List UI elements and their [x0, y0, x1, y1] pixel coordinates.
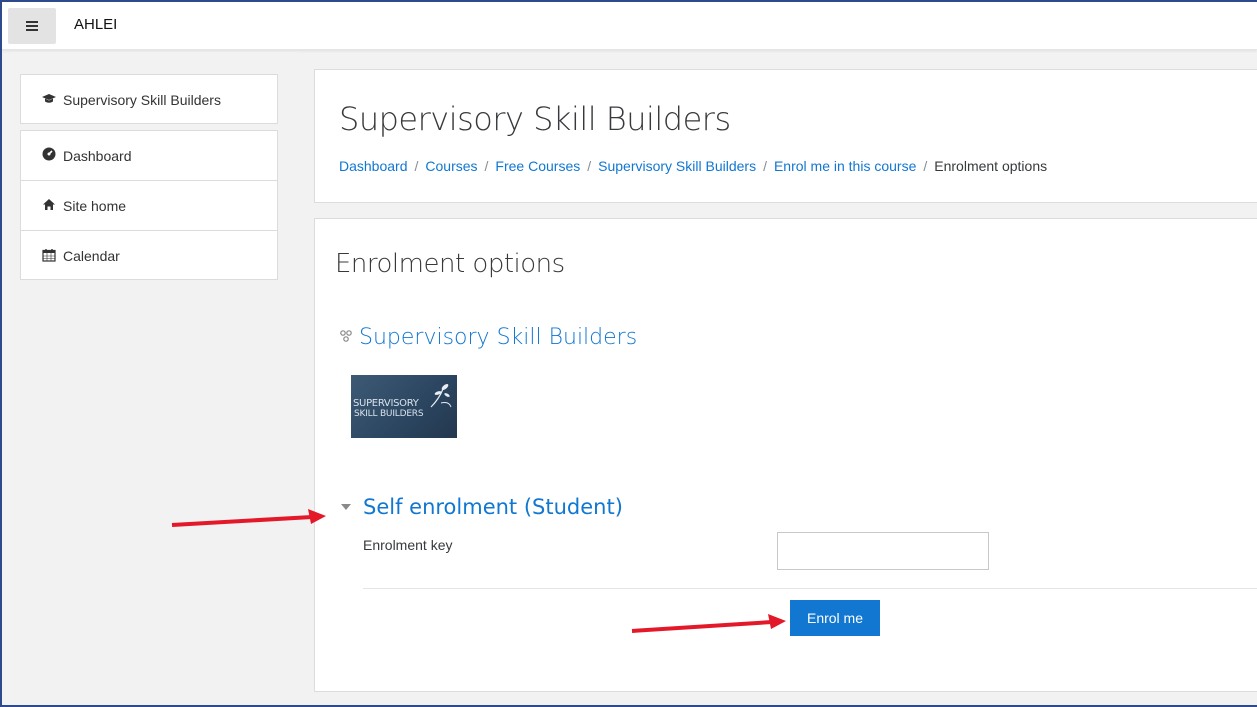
leaf-icon: [430, 384, 452, 408]
sidebar-item-calendar[interactable]: Calendar: [21, 231, 277, 281]
course-image-text: SUPERVISORY: [353, 398, 419, 409]
section-title: Enrolment options: [335, 249, 565, 279]
sidebar-item-site-home[interactable]: Site home: [21, 181, 277, 231]
caret-down-icon: [341, 504, 351, 510]
breadcrumb-current: Enrolment options: [934, 158, 1048, 174]
graduation-cap-icon: [41, 93, 57, 108]
home-icon: [41, 198, 57, 214]
sidebar: Supervisory Skill Builders Dashboard Sit…: [10, 52, 298, 705]
site-brand[interactable]: AHLEI: [74, 16, 117, 33]
breadcrumb-free-courses[interactable]: Free Courses: [495, 158, 580, 174]
browser-frame: AHLEI Supervisory Skill Builders Dashboa…: [0, 0, 1257, 707]
annotation-arrow-icon: [171, 509, 326, 527]
calendar-icon: [41, 248, 57, 265]
sidebar-item-label: Dashboard: [63, 147, 132, 164]
enrolment-key-input[interactable]: [777, 532, 989, 570]
sidebar-nav-group: Dashboard Site home Calendar: [20, 130, 278, 280]
sidebar-item-label: Site home: [63, 197, 127, 214]
sidebar-item-course[interactable]: Supervisory Skill Builders: [21, 75, 277, 125]
divider: [363, 588, 1257, 589]
enrol-method-title: Self enrolment (Student): [363, 495, 623, 519]
course-icon: [339, 329, 353, 347]
course-name: Supervisory Skill Builders: [359, 325, 638, 350]
breadcrumb-enrol[interactable]: Enrol me in this course: [774, 158, 916, 174]
enrol-me-button[interactable]: Enrol me: [790, 600, 880, 636]
course-image-text: SKILL BUILDERS: [354, 409, 424, 419]
sidebar-item-dashboard[interactable]: Dashboard: [21, 131, 277, 181]
breadcrumb-course[interactable]: Supervisory Skill Builders: [598, 158, 756, 174]
enrolment-key-label: Enrolment key: [363, 537, 453, 553]
breadcrumb-dashboard[interactable]: Dashboard: [339, 158, 408, 174]
dashboard-icon: [41, 147, 57, 164]
course-link[interactable]: Supervisory Skill Builders: [339, 325, 637, 350]
course-image[interactable]: SUPERVISORY SKILL BUILDERS: [351, 375, 457, 438]
menu-toggle-button[interactable]: [8, 8, 56, 44]
self-enrolment-toggle[interactable]: Self enrolment (Student): [341, 495, 623, 519]
hamburger-icon: [26, 21, 38, 31]
top-navbar: AHLEI: [2, 2, 1257, 50]
sidebar-item-label: Supervisory Skill Builders: [63, 92, 221, 108]
sidebar-course-group: Supervisory Skill Builders: [20, 74, 278, 124]
page-title: Supervisory Skill Builders: [339, 100, 731, 138]
page-header-card: Supervisory Skill Builders Dashboard / Cou…: [314, 69, 1257, 203]
annotation-arrow-icon: [631, 614, 786, 633]
breadcrumb-courses[interactable]: Courses: [425, 158, 477, 174]
breadcrumb: Dashboard / Courses / Free Courses / Superviso…: [339, 158, 1048, 174]
sidebar-item-label: Calendar: [63, 248, 120, 264]
